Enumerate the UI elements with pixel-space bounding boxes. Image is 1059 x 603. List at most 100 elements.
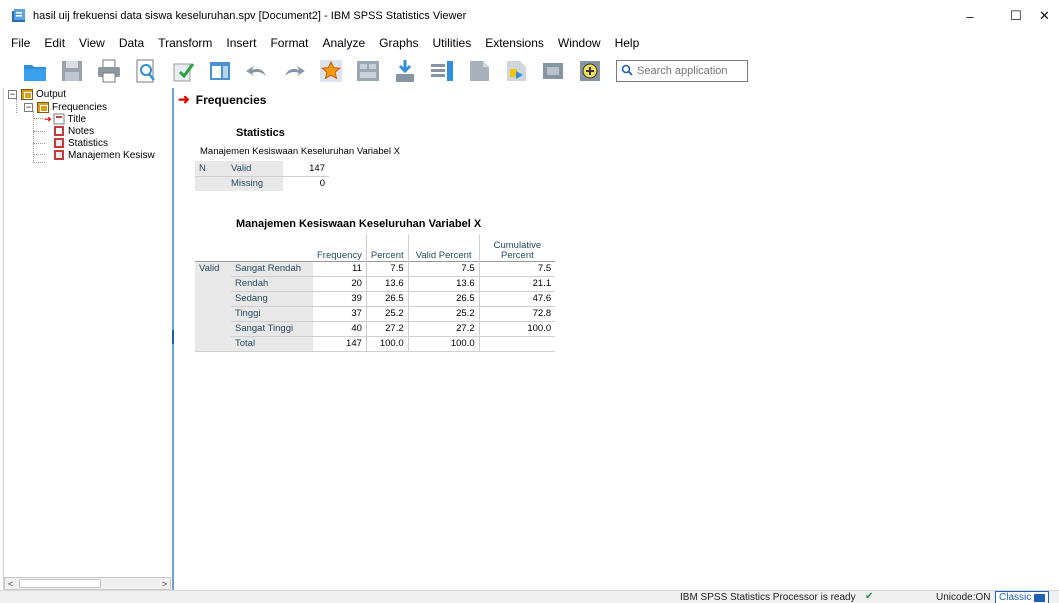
statistics-table[interactable]: N Valid 147 Missing 0 bbox=[195, 161, 329, 191]
current-arrow-icon: ➜ bbox=[178, 91, 190, 107]
cumulative-cell: 72.8 bbox=[478, 306, 556, 322]
frequency-table[interactable]: Frequency Percent Valid Percent Cumulati… bbox=[195, 234, 556, 352]
valid-percent-cell: 25.2 bbox=[407, 306, 480, 322]
col-header-percent: Percent bbox=[365, 234, 409, 261]
cumulative-cell: 100.0 bbox=[478, 321, 556, 337]
goto-case-icon[interactable] bbox=[318, 58, 344, 84]
table-header-row: Frequency Percent Valid Percent Cumulati… bbox=[195, 234, 556, 261]
row-label: Sangat Tinggi bbox=[231, 321, 313, 337]
book-icon bbox=[37, 101, 49, 113]
menu-data[interactable]: Data bbox=[112, 36, 151, 50]
cumulative-cell: 7.5 bbox=[478, 260, 556, 277]
toolbar bbox=[0, 54, 1059, 88]
redo-icon[interactable] bbox=[281, 58, 307, 84]
menu-view[interactable]: View bbox=[72, 36, 112, 50]
tree-label-notes: Notes bbox=[68, 125, 95, 137]
print-preview-icon[interactable] bbox=[133, 58, 159, 84]
search-icon bbox=[621, 64, 633, 79]
menu-analyze[interactable]: Analyze bbox=[315, 36, 372, 50]
missing-value: 0 bbox=[283, 175, 329, 191]
collapse-toggle-icon[interactable]: − bbox=[8, 89, 17, 99]
menu-graphs[interactable]: Graphs bbox=[372, 36, 425, 50]
use-sets-icon[interactable] bbox=[577, 58, 603, 84]
search-box[interactable] bbox=[616, 60, 748, 82]
tree-item-notes[interactable]: Notes bbox=[53, 125, 94, 137]
row-label: Sedang bbox=[231, 291, 313, 307]
spss-app-icon[interactable] bbox=[11, 8, 27, 24]
frequency-table-title: Manajemen Kesiswaan Keseluruhan Variabel… bbox=[236, 218, 482, 230]
close-button[interactable]: ✕ bbox=[1039, 0, 1059, 32]
recall-dialog-icon[interactable] bbox=[207, 58, 233, 84]
status-bar: IBM SPSS Statistics Processor is ready ✔… bbox=[0, 590, 1059, 603]
frequency-cell: 147 bbox=[313, 336, 367, 352]
tree-label-output: Output bbox=[36, 88, 67, 100]
valid-percent-cell: 27.2 bbox=[407, 321, 480, 337]
menu-file[interactable]: File bbox=[4, 36, 37, 50]
tree-item-output[interactable]: − Output bbox=[8, 88, 66, 100]
valid-percent-cell: 13.6 bbox=[407, 276, 480, 292]
tree-item-statistics[interactable]: Statistics bbox=[53, 137, 108, 149]
ready-check-icon: ✔ bbox=[865, 591, 874, 602]
tree-item-manajemen[interactable]: Manajemen Kesisw bbox=[53, 149, 155, 161]
split-file-icon[interactable] bbox=[466, 58, 492, 84]
output-content-pane: ➜ Frequencies Statistics Manajemen Kesis… bbox=[174, 88, 1059, 590]
table-row: Tinggi 37 25.2 25.2 72.8 bbox=[195, 306, 556, 322]
menu-format[interactable]: Format bbox=[263, 36, 315, 50]
search-input[interactable] bbox=[637, 65, 747, 77]
select-cases-icon[interactable] bbox=[503, 58, 529, 84]
n-label: N bbox=[195, 161, 227, 177]
menu-utilities[interactable]: Utilities bbox=[426, 36, 479, 50]
print-icon[interactable] bbox=[96, 58, 122, 84]
minimize-button[interactable]: – bbox=[947, 0, 993, 32]
table-row: Total 147 100.0 100.0 bbox=[195, 336, 556, 352]
save-icon[interactable] bbox=[59, 58, 85, 84]
undo-icon[interactable] bbox=[244, 58, 270, 84]
title-doc-icon bbox=[53, 113, 65, 125]
title-bar: hasil uij frekuensi data siswa keseluruh… bbox=[0, 0, 1059, 32]
tree-label-frequencies: Frequencies bbox=[52, 101, 108, 113]
current-arrow-icon: ➜ bbox=[44, 113, 52, 124]
notes-icon bbox=[53, 125, 65, 137]
tree-label-title: Title bbox=[67, 113, 87, 125]
menu-transform[interactable]: Transform bbox=[151, 36, 219, 50]
cumulative-cell: 47.6 bbox=[478, 291, 556, 307]
row-label: Tinggi bbox=[231, 306, 313, 322]
menu-bar: File Edit View Data Transform Insert For… bbox=[0, 32, 1059, 54]
maximize-button[interactable]: ☐ bbox=[993, 0, 1039, 32]
table-icon bbox=[53, 149, 65, 161]
table-row: N Valid 147 bbox=[195, 161, 329, 177]
book-icon bbox=[21, 88, 33, 100]
missing-label: Missing bbox=[227, 175, 283, 191]
table-row: Sangat Tinggi 40 27.2 27.2 100.0 bbox=[195, 321, 556, 337]
collapse-toggle-icon[interactable]: − bbox=[24, 102, 33, 112]
insert-cases-icon[interactable] bbox=[392, 58, 418, 84]
col-header-cumulative-percent: Cumulative Percent bbox=[478, 234, 556, 261]
classic-mode-button[interactable]: Classic bbox=[995, 591, 1050, 603]
frequencies-heading-text: Frequencies bbox=[195, 92, 267, 107]
tree-label-manajemen: Manajemen Kesisw bbox=[68, 149, 155, 161]
menu-edit[interactable]: Edit bbox=[37, 36, 72, 50]
percent-cell: 13.6 bbox=[365, 276, 409, 292]
percent-cell: 27.2 bbox=[365, 321, 409, 337]
open-icon[interactable] bbox=[22, 58, 48, 84]
insert-variable-icon[interactable] bbox=[429, 58, 455, 84]
tree-item-frequencies[interactable]: − Frequencies bbox=[24, 101, 107, 113]
value-labels-icon[interactable] bbox=[540, 58, 566, 84]
menu-insert[interactable]: Insert bbox=[219, 36, 263, 50]
table-row: Missing 0 bbox=[195, 175, 329, 191]
outline-horizontal-scrollbar[interactable]: < > bbox=[4, 577, 171, 590]
menu-help[interactable]: Help bbox=[608, 36, 647, 50]
table-row: Valid Sangat Rendah 11 7.5 7.5 7.5 bbox=[195, 260, 556, 277]
menu-extensions[interactable]: Extensions bbox=[478, 36, 551, 50]
col-header-frequency: Frequency bbox=[317, 249, 362, 261]
tree-item-title[interactable]: ➜ Title bbox=[44, 113, 86, 125]
export-icon[interactable] bbox=[170, 58, 196, 84]
scroll-thumb[interactable] bbox=[19, 579, 101, 588]
goto-variable-icon[interactable] bbox=[355, 58, 381, 84]
frequency-cell: 39 bbox=[313, 291, 367, 307]
table-icon bbox=[53, 137, 65, 149]
row-label: Sangat Rendah bbox=[231, 260, 313, 277]
scroll-left-icon[interactable]: < bbox=[5, 579, 16, 589]
scroll-right-icon[interactable]: > bbox=[159, 579, 170, 589]
menu-window[interactable]: Window bbox=[551, 36, 608, 50]
